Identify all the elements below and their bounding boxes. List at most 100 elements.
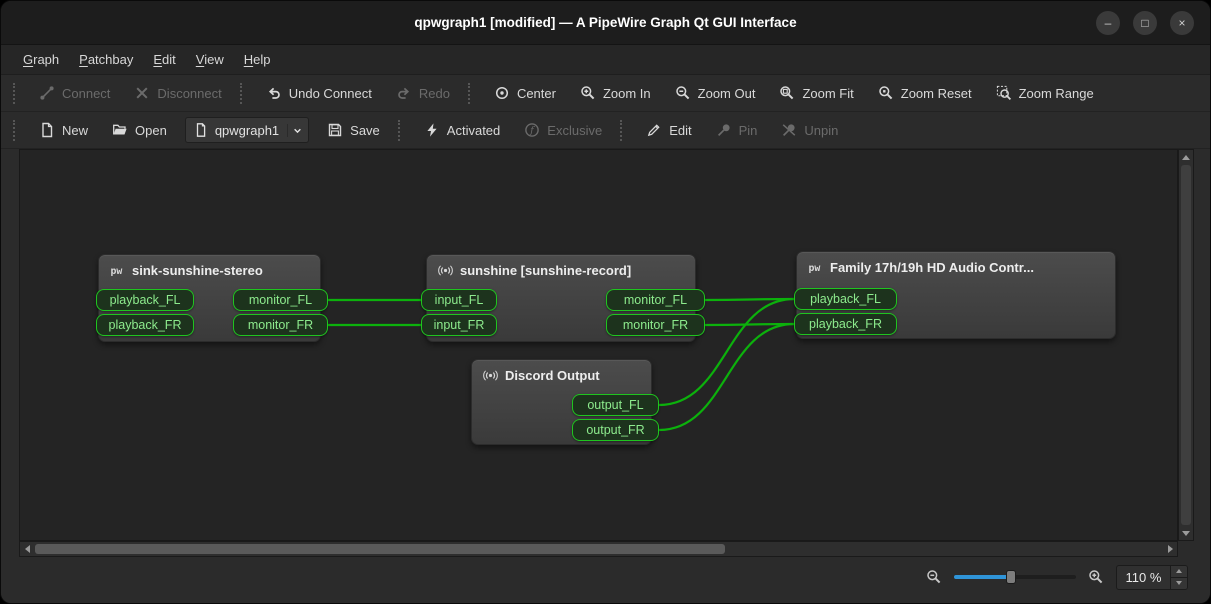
port-discord-output_FL[interactable]: output_FL <box>572 394 659 416</box>
zoom-out-button[interactable]: Zoom Out <box>665 80 766 106</box>
toolbar-grip[interactable] <box>13 83 16 104</box>
toolbar-separator <box>620 120 623 141</box>
button-label: Zoom Reset <box>901 86 972 101</box>
spin-up-button[interactable] <box>1171 566 1187 577</box>
open-button[interactable]: Open <box>102 117 177 143</box>
close-button[interactable]: × <box>1170 11 1194 35</box>
node-title: sunshine [sunshine-record] <box>460 263 631 278</box>
undo-icon <box>266 85 282 101</box>
node-header: pwFamily 17h/19h HD Audio Contr... <box>797 252 1115 275</box>
port-sunshine-monitor_FL[interactable]: monitor_FL <box>606 289 705 311</box>
graph-canvas[interactable]: pwsink-sunshine-stereoplayback_FLplaybac… <box>19 149 1178 541</box>
port-sunshine-input_FR[interactable]: input_FR <box>421 314 497 336</box>
node-header: sunshine [sunshine-record] <box>427 255 695 278</box>
menu-edit[interactable]: Edit <box>143 45 185 74</box>
port-sink-monitor_FL[interactable]: monitor_FL <box>233 289 328 311</box>
toolbar-separator <box>240 83 243 104</box>
toolbar-separator <box>468 83 471 104</box>
disconnect-button[interactable]: Disconnect <box>124 80 231 106</box>
scroll-up-arrow[interactable] <box>1179 150 1193 164</box>
patchbay-file-combo[interactable]: qpwgraph1 <box>185 117 309 143</box>
redo-button[interactable]: Redo <box>386 80 460 106</box>
scroll-right-arrow[interactable] <box>1163 542 1177 556</box>
pin-button[interactable]: Pin <box>706 117 768 143</box>
svg-text:f: f <box>530 125 536 136</box>
zoom-in-icon[interactable] <box>1088 569 1104 585</box>
slider-handle[interactable] <box>1006 570 1016 584</box>
menu-view[interactable]: View <box>186 45 234 74</box>
combo-value: qpwgraph1 <box>215 123 279 138</box>
file-icon <box>193 122 209 138</box>
media-icon <box>483 368 498 383</box>
button-label: Pin <box>739 123 758 138</box>
activated-button[interactable]: Activated <box>414 117 510 143</box>
button-label: Zoom In <box>603 86 651 101</box>
exclusive-button[interactable]: f Exclusive <box>514 117 612 143</box>
button-label: Center <box>517 86 556 101</box>
button-label: Undo Connect <box>289 86 372 101</box>
zoom-spinbox[interactable]: 110 % <box>1116 565 1188 590</box>
port-family-playback_FL[interactable]: playback_FL <box>794 288 897 310</box>
port-sink-playback_FL[interactable]: playback_FL <box>96 289 194 311</box>
menu-patchbay[interactable]: Patchbay <box>69 45 143 74</box>
edit-button[interactable]: Edit <box>636 117 701 143</box>
button-label: Exclusive <box>547 123 602 138</box>
zoom-range-button[interactable]: Zoom Range <box>986 80 1104 106</box>
port-family-playback_FR[interactable]: playback_FR <box>794 313 897 335</box>
zoom-in-button[interactable]: Zoom In <box>570 80 661 106</box>
zoom-value: 110 % <box>1117 566 1170 589</box>
button-label: Unpin <box>804 123 838 138</box>
toolbar-grip[interactable] <box>13 120 16 141</box>
media-icon <box>438 263 453 278</box>
zoom-range-icon <box>996 85 1012 101</box>
spin-down-button[interactable] <box>1171 577 1187 589</box>
port-sink-playback_FR[interactable]: playback_FR <box>96 314 194 336</box>
minimize-button[interactable]: – <box>1096 11 1120 35</box>
unpin-button[interactable]: Unpin <box>771 117 848 143</box>
patchbay-toolbar: New Open qpwgraph1 Save Activated f Exclusive E… <box>1 112 1210 149</box>
button-label: Zoom Out <box>698 86 756 101</box>
horizontal-scrollbar[interactable] <box>19 541 1178 557</box>
zoom-out-icon[interactable] <box>926 569 942 585</box>
scroll-left-arrow[interactable] <box>20 542 34 556</box>
pipewire-icon: pw <box>110 263 125 278</box>
scroll-down-arrow[interactable] <box>1179 526 1193 540</box>
connect-icon <box>39 85 55 101</box>
slider-fill <box>954 575 1011 579</box>
button-label: Open <box>135 123 167 138</box>
window-controls: –□ × <box>1096 11 1194 35</box>
node-title: Family 17h/19h HD Audio Contr... <box>830 260 1034 275</box>
port-discord-output_FR[interactable]: output_FR <box>572 419 659 441</box>
window-title: qpwgraph1 [modified] — A PipeWire Graph … <box>414 15 796 30</box>
zoom-fit-button[interactable]: Zoom Fit <box>769 80 863 106</box>
connections-layer <box>20 150 1178 541</box>
center-icon <box>494 85 510 101</box>
node-header: Discord Output <box>472 360 651 383</box>
menu-graph[interactable]: Graph <box>13 45 69 74</box>
port-sink-monitor_FR[interactable]: monitor_FR <box>233 314 328 336</box>
horizontal-scroll-thumb[interactable] <box>35 544 725 554</box>
connect-button[interactable]: Connect <box>29 80 120 106</box>
save-icon <box>327 122 343 138</box>
undo-connect-button[interactable]: Undo Connect <box>256 80 382 106</box>
vertical-scrollbar[interactable] <box>1178 149 1194 541</box>
port-sunshine-input_FL[interactable]: input_FL <box>421 289 497 311</box>
save-button[interactable]: Save <box>317 117 390 143</box>
spin-arrows <box>1170 566 1187 589</box>
zoom-slider[interactable] <box>954 569 1076 585</box>
port-sunshine-monitor_FR[interactable]: monitor_FR <box>606 314 705 336</box>
open-icon <box>112 122 128 138</box>
node-title: Discord Output <box>505 368 600 383</box>
toolbar-separator <box>398 120 401 141</box>
vertical-scroll-thumb[interactable] <box>1181 165 1191 525</box>
statusbar: 110 % <box>1 557 1211 604</box>
center-button[interactable]: Center <box>484 80 566 106</box>
button-label: Zoom Fit <box>802 86 853 101</box>
activated-icon <box>424 122 440 138</box>
zoom-reset-button[interactable]: Zoom Reset <box>868 80 982 106</box>
maximize-button[interactable]: □ <box>1133 11 1157 35</box>
node-title: sink-sunshine-stereo <box>132 263 263 278</box>
app-window: qpwgraph1 [modified] — A PipeWire Graph … <box>0 0 1211 604</box>
new-button[interactable]: New <box>29 117 98 143</box>
menu-help[interactable]: Help <box>234 45 281 74</box>
